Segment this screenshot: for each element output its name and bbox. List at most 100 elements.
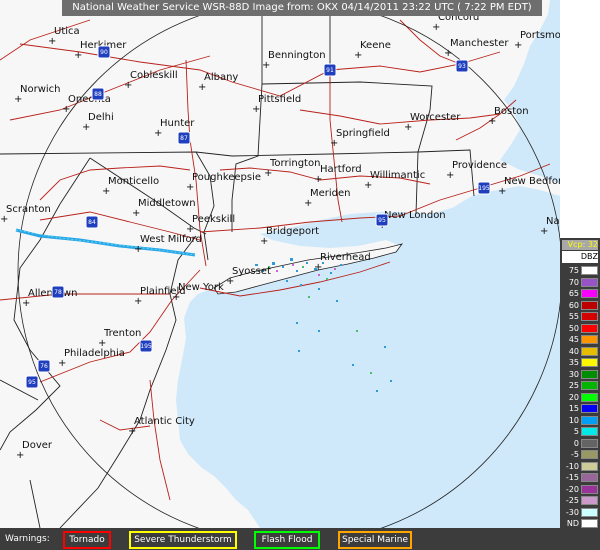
city-hartford: +Hartford — [314, 164, 362, 185]
warning-severe-thunderstorm[interactable]: Severe Thunderstorm — [129, 531, 237, 549]
city-keene: +Keene — [354, 40, 391, 61]
legend-value: 25 — [568, 381, 579, 390]
legend-swatch — [581, 300, 598, 310]
city-marker-icon: + — [22, 298, 30, 309]
city-marker-icon: + — [128, 426, 136, 437]
legend-value: 20 — [568, 392, 579, 402]
city-willimantic: +Willimantic — [364, 170, 425, 191]
city-marker-icon: + — [134, 296, 142, 307]
city-label: Portsmouth — [520, 30, 560, 41]
interstate-shield-icon: 95 — [375, 213, 389, 227]
legend-row: 5 — [562, 426, 598, 437]
city-norwich: +Norwich — [14, 84, 61, 105]
legend-swatch — [581, 484, 598, 494]
city-marker-icon: + — [154, 128, 162, 139]
city-marker-icon: + — [540, 226, 548, 237]
legend-value: 65 — [568, 289, 579, 298]
city-label: Worcester — [410, 112, 461, 123]
legend-swatch — [581, 404, 598, 413]
city-label: Hartford — [320, 164, 362, 175]
interstate-shield-icon: 195 — [477, 181, 491, 195]
city-marker-icon: + — [444, 48, 452, 59]
legend-swatch — [581, 323, 598, 333]
legend-row: -5 — [562, 449, 598, 460]
interstate-shield-icon: 195 — [139, 339, 153, 353]
city-monticello: +Monticello — [102, 176, 159, 197]
city-marker-icon: + — [432, 22, 440, 33]
city-label: New York — [178, 282, 224, 293]
city-cobleskill: +Cobleskill — [124, 70, 178, 91]
legend-value: 60 — [568, 300, 579, 310]
radar-map: +Concord+Utica+Herkimer+Bennington+Keene… — [0, 0, 597, 545]
legend-swatch — [581, 277, 598, 287]
city-label: Poughkeepsie — [192, 172, 261, 183]
legend-value: 30 — [568, 369, 579, 379]
city-allentown: +Allentown — [22, 288, 77, 309]
interstate-number: 84 — [88, 219, 96, 226]
city-label: New Bedford — [504, 176, 560, 187]
legend-swatch — [581, 450, 598, 459]
warnings-bar: Warnings: Tornado Severe Thunderstorm Fl… — [0, 528, 600, 550]
interstate-number: 93 — [458, 63, 466, 70]
city-dover: +Dover — [16, 440, 53, 461]
city-label: Atlantic City — [134, 416, 195, 427]
city-marker-icon: + — [488, 116, 496, 127]
interstate-number: 95 — [28, 379, 36, 386]
legend-swatch — [581, 507, 598, 517]
warning-flash-flood[interactable]: Flash Flood — [254, 531, 320, 549]
legend-row: 75 — [562, 265, 598, 276]
city-marker-icon: + — [134, 244, 142, 255]
city-label: Manchester — [450, 38, 509, 49]
legend-row: 25 — [562, 380, 598, 391]
city-label: Pittsfield — [258, 94, 301, 105]
legend-row: -20 — [562, 484, 598, 495]
city-scranton: +Scranton — [0, 204, 51, 225]
interstate-number: 78 — [54, 289, 62, 296]
legend-row: 50 — [562, 323, 598, 334]
legend-value: 35 — [568, 358, 579, 367]
city-marker-icon: + — [264, 168, 272, 179]
interstate-shield-icon: 93 — [455, 59, 469, 73]
interstate-number: 87 — [180, 135, 188, 142]
legend-row: 30 — [562, 369, 598, 380]
city-label: Utica — [54, 26, 80, 37]
city-marker-icon: + — [82, 122, 90, 133]
dbz-legend: Vcp: 32 DBZ 75 70 65 60 55 50 45 40 35 30 25 20 15 10… — [560, 238, 600, 544]
interstate-shield-icon: 76 — [37, 359, 51, 373]
warning-special-marine[interactable]: Special Marine — [338, 531, 412, 549]
legend-value: 5 — [573, 427, 579, 436]
legend-swatch — [581, 289, 598, 298]
legend-row: 15 — [562, 403, 598, 414]
radar-title: National Weather Service WSR-88D Image f… — [62, 0, 542, 16]
city-label: Dover — [22, 440, 53, 451]
legend-row: 0 — [562, 438, 598, 449]
legend-row: 60 — [562, 300, 598, 311]
city-marker-icon: + — [186, 182, 194, 193]
interstate-number: 195 — [478, 185, 490, 192]
city-marker-icon: + — [58, 358, 66, 369]
city-label: Torrington — [269, 158, 320, 169]
legend-value: -10 — [565, 461, 579, 471]
legend-value: 50 — [568, 323, 579, 333]
legend-value: 75 — [568, 266, 579, 275]
legend-row: -25 — [562, 495, 598, 506]
legend-row: 70 — [562, 277, 598, 288]
legend-swatch — [581, 519, 598, 528]
legend-value: -5 — [571, 450, 579, 459]
city-marker-icon: + — [304, 198, 312, 209]
legend-value: -20 — [565, 484, 579, 494]
legend-value: 70 — [568, 277, 579, 287]
city-label: Bennington — [268, 50, 326, 61]
legend-swatch — [581, 381, 598, 390]
city-marker-icon: + — [262, 60, 270, 71]
legend-row: 20 — [562, 392, 598, 403]
city-marker-icon: + — [314, 262, 322, 273]
city-springfield: +Springfield — [330, 128, 390, 149]
legend-swatch — [581, 312, 598, 321]
city-label: Delhi — [88, 112, 114, 123]
warning-tornado[interactable]: Tornado — [63, 531, 111, 549]
city-marker-icon: + — [74, 50, 82, 61]
city-marker-icon: + — [172, 292, 180, 303]
city-label: Providence — [452, 160, 507, 171]
city-pittsfield: +Pittsfield — [252, 94, 301, 115]
